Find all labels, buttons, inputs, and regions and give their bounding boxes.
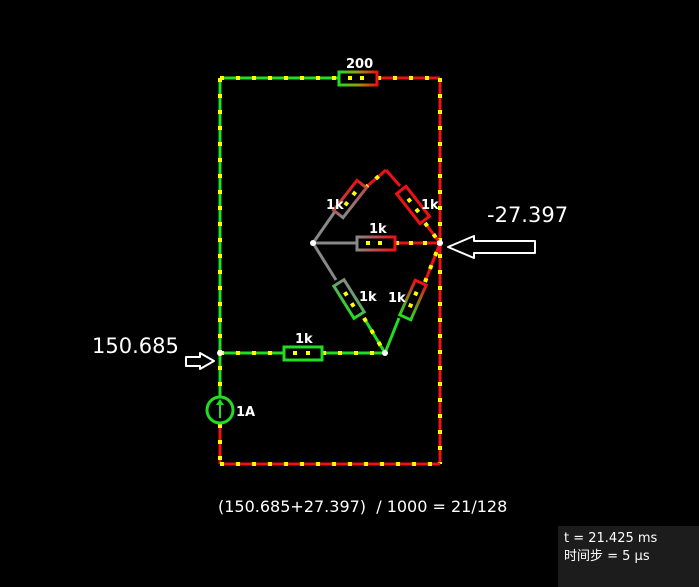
arrow-left-probe-icon (185, 352, 215, 370)
circuit-canvas[interactable]: 200 1k 1k 1k 1k 1k 1k 1A 150.685 -27.397… (0, 0, 699, 587)
label-lower-left-resistor: 1k (359, 290, 377, 305)
time-readout: t = 21.425 ms (564, 531, 658, 546)
current-source[interactable] (205, 395, 235, 425)
label-top-resistor: 200 (346, 57, 373, 72)
left-voltage-annotation: 150.685 (92, 334, 179, 358)
label-upper-left-resistor: 1k (326, 198, 344, 213)
node-bridge-bottom[interactable] (382, 350, 388, 356)
label-bottom-resistor: 1k (295, 332, 313, 347)
node-bridge-left[interactable] (310, 240, 316, 246)
resistor-bottom[interactable] (282, 345, 324, 362)
arrow-right-probe-icon (447, 235, 536, 259)
simulation-status-panel: t = 21.425 ms 时间步 = 5 μs (558, 526, 699, 587)
node-bridge-right[interactable] (437, 240, 443, 246)
label-lower-right-resistor: 1k (388, 291, 406, 306)
timestep-readout: 时间步 = 5 μs (564, 549, 650, 564)
formula-annotation: (150.685+27.397) / 1000 = 21/128 (218, 497, 507, 516)
resistor-top[interactable] (337, 70, 379, 87)
node-left[interactable] (217, 350, 223, 356)
label-upper-right-resistor: 1k (421, 198, 439, 213)
label-current-source: 1A (236, 405, 255, 420)
resistor-middle[interactable] (355, 235, 397, 252)
label-middle-resistor: 1k (369, 222, 387, 237)
right-voltage-annotation: -27.397 (487, 203, 568, 227)
